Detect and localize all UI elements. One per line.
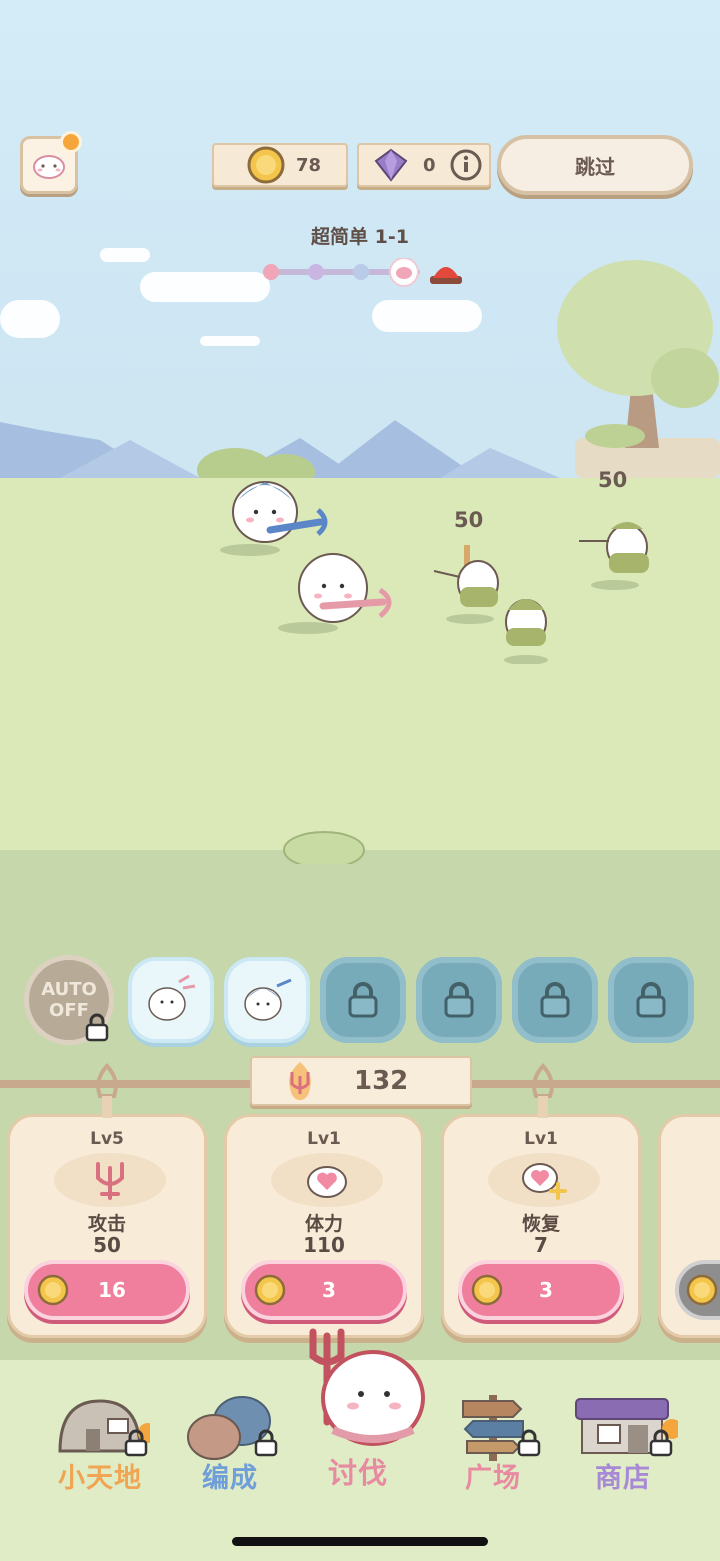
coin-icon: [471, 1274, 503, 1306]
skip-button[interactable]: 跳过: [497, 135, 693, 195]
nav-battle[interactable]: 讨伐: [283, 1322, 433, 1492]
trident-icon: [96, 1162, 124, 1200]
chiikawa-portrait-icon: [148, 974, 196, 1021]
cloud: [372, 300, 482, 332]
coin-counter: 78: [212, 143, 348, 187]
rope-hook: [532, 1063, 554, 1118]
nav-plaza[interactable]: 广场: [438, 1375, 548, 1495]
upgrade-name: 体力: [304, 1213, 343, 1235]
damage-number: 50: [598, 468, 628, 492]
damage-number: 50: [454, 508, 484, 532]
lock-icon: [85, 1013, 109, 1042]
nav-shop[interactable]: 商店: [568, 1375, 678, 1495]
upgrade-value: 110: [303, 1233, 345, 1257]
coin-icon: [686, 1274, 718, 1306]
tree: [557, 260, 720, 478]
upgrade-cost: 16: [98, 1278, 126, 1302]
upgrade-card-stamina: Lv1 体力 110 3: [224, 1114, 424, 1338]
upgrade-cost: 3: [539, 1278, 553, 1302]
skill-slot-hachiware[interactable]: [224, 957, 310, 1043]
upgrade-card-locked: [658, 1114, 720, 1338]
heart-face-icon: [307, 1166, 347, 1198]
hachiware-portrait-icon: [244, 978, 292, 1021]
upgrade-card-recovery: Lv1 恢复 7 3: [441, 1114, 641, 1338]
bush: [283, 831, 365, 864]
cat-face-icon: [33, 155, 65, 179]
lock-icon: [444, 982, 474, 1018]
upgrade-buy-button[interactable]: 16: [24, 1260, 190, 1320]
skill-slot-chiikawa[interactable]: [128, 957, 214, 1043]
hero-chiikawa: [278, 553, 392, 634]
nav-formation[interactable]: 编成: [175, 1375, 285, 1495]
heart-plus-icon: [522, 1163, 567, 1200]
enemy-creature: [579, 522, 649, 590]
coin-icon: [37, 1274, 69, 1306]
nav-home[interactable]: 小天地: [45, 1375, 155, 1495]
coin-icon: [247, 146, 285, 184]
nav-label: 广场: [465, 1463, 521, 1494]
enemy-creature: [504, 599, 548, 664]
skill-slot-locked[interactable]: [608, 957, 694, 1043]
lock-icon: [348, 982, 378, 1018]
upgrade-buy-button-disabled[interactable]: [675, 1260, 720, 1320]
coin-icon: [254, 1274, 286, 1306]
upgrade-card-attack: Lv5 攻击 50 16: [7, 1114, 207, 1338]
auto-label: AUTO: [41, 979, 97, 1000]
icon-holder: [488, 1153, 600, 1207]
gem-value: 0: [423, 154, 436, 176]
upgrade-value: 50: [93, 1233, 121, 1257]
upgrade-name: 恢复: [521, 1213, 560, 1235]
icon-holder: [271, 1153, 383, 1207]
gem-counter: 0: [357, 143, 491, 187]
skill-slot-locked[interactable]: [416, 957, 502, 1043]
cloud: [200, 336, 260, 346]
lock-icon: [517, 1429, 541, 1457]
skill-slot-locked[interactable]: [512, 957, 598, 1043]
nav-label: 商店: [595, 1463, 651, 1494]
upgrade-name: 攻击: [87, 1213, 126, 1235]
cloud: [100, 248, 150, 262]
nav-label: 讨伐: [327, 1456, 388, 1490]
cloud: [140, 272, 270, 302]
icon-holder: [54, 1153, 166, 1207]
coin-value: 78: [296, 154, 322, 176]
lock-icon: [254, 1429, 278, 1457]
stage-progress: [263, 258, 462, 287]
gem-icon: [374, 148, 408, 182]
info-icon[interactable]: [450, 149, 482, 181]
power-value: 132: [354, 1066, 409, 1096]
upgrade-value: 7: [534, 1233, 548, 1257]
notification-dot: [60, 131, 82, 153]
upgrade-buy-button[interactable]: 3: [241, 1260, 407, 1320]
upgrade-level: Lv1: [524, 1129, 558, 1149]
nav-label: 小天地: [58, 1463, 142, 1494]
rope-hook: [96, 1063, 118, 1118]
upgrade-buy-button[interactable]: 3: [458, 1260, 624, 1320]
chiikawa-trident-icon: [309, 1328, 425, 1446]
cloud: [0, 300, 60, 338]
flame-weapon-icon: [289, 1062, 311, 1100]
nav-label: 编成: [202, 1463, 258, 1494]
stage-title: 超简单 1-1: [311, 226, 409, 248]
home-indicator[interactable]: [232, 1537, 488, 1546]
lock-icon: [540, 982, 570, 1018]
lock-icon: [124, 1429, 148, 1457]
lock-icon: [636, 982, 666, 1018]
lock-icon: [649, 1429, 673, 1457]
upgrade-level: Lv1: [307, 1129, 341, 1149]
upgrade-cost: 3: [322, 1278, 336, 1302]
skill-slot-locked[interactable]: [320, 957, 406, 1043]
power-banner: 132: [250, 1056, 472, 1106]
upgrade-level: Lv5: [90, 1129, 124, 1149]
